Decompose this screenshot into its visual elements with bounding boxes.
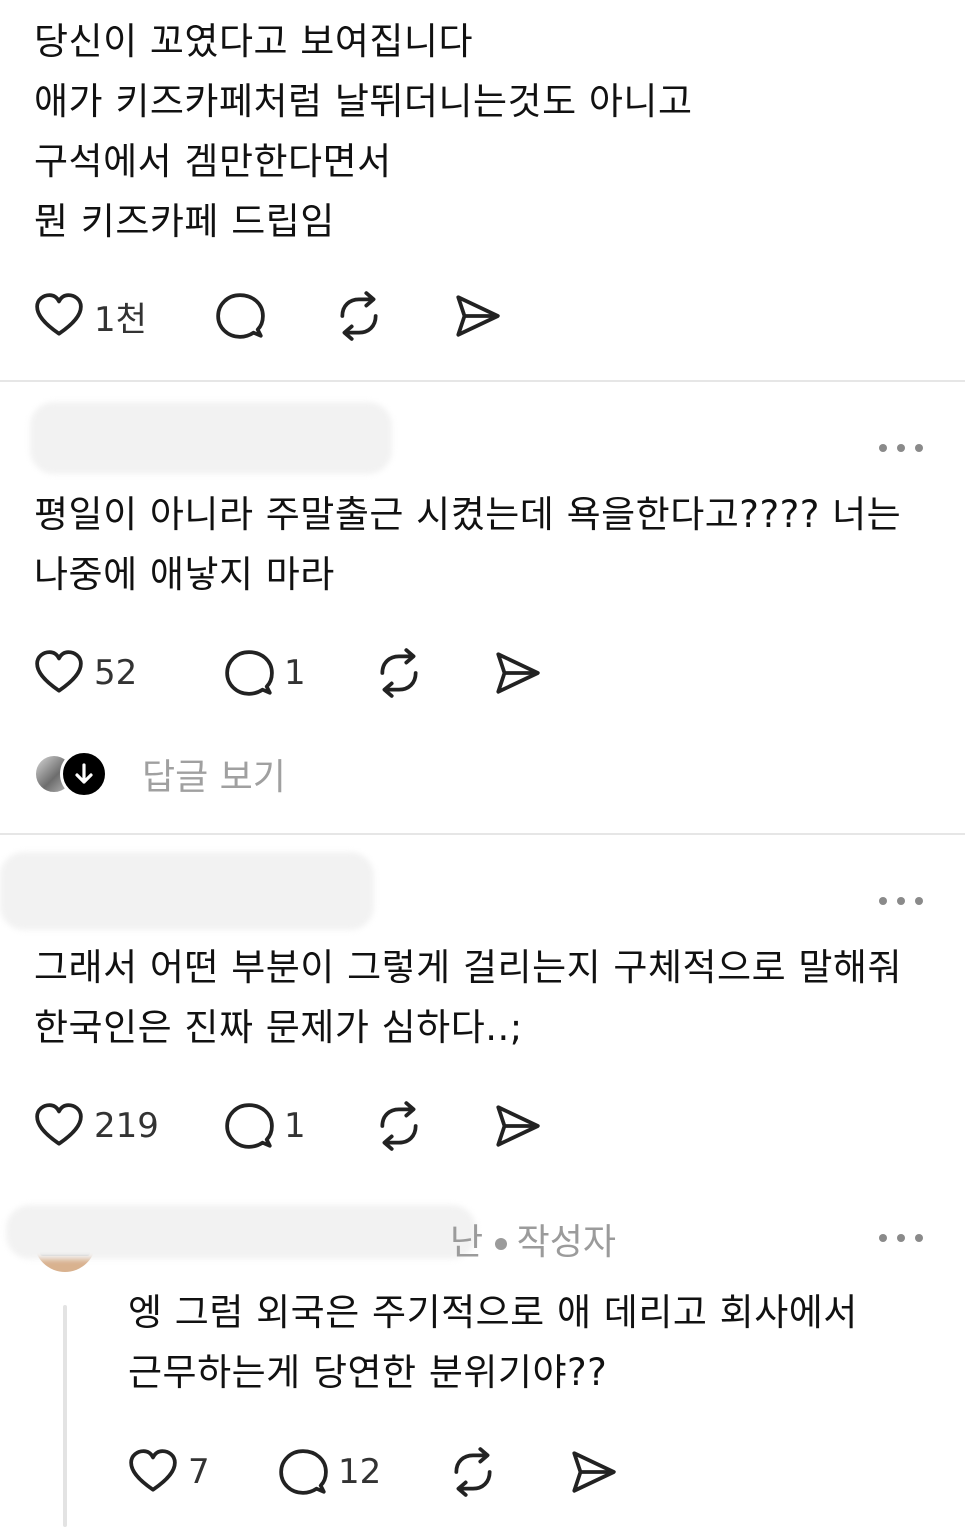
more-dots-icon[interactable] bbox=[879, 438, 923, 458]
like-button[interactable]: 219 bbox=[34, 1100, 159, 1152]
comment-button[interactable]: 1 bbox=[224, 647, 306, 699]
reply-count: 1 bbox=[284, 653, 306, 693]
comment-actions: 52 1 bbox=[34, 647, 594, 699]
comment-line: 나중에 애낳지 마라 bbox=[34, 553, 335, 596]
more-dots-icon[interactable] bbox=[879, 891, 923, 911]
view-replies-button[interactable]: 답글 보기 bbox=[34, 750, 286, 798]
comment-text: 평일이 아니라 주말출근 시켰는데 욕을한다고???? 너는 나중에 애낳지 마… bbox=[34, 485, 901, 605]
comment-bubble-icon bbox=[215, 291, 265, 341]
redacted-username bbox=[6, 1205, 476, 1259]
share-button[interactable] bbox=[492, 1100, 542, 1152]
comment-button[interactable]: 1 bbox=[224, 1100, 306, 1152]
post-line: 애가 키즈카페처럼 날뛰더니는것도 아니고 bbox=[34, 80, 693, 123]
repost-icon bbox=[374, 1101, 424, 1151]
divider bbox=[0, 380, 965, 382]
author-label: 작성자 bbox=[516, 1222, 616, 1263]
comment-line: 평일이 아니라 주말출근 시켰는데 욕을한다고???? 너는 bbox=[34, 493, 902, 536]
comment-bubble-icon bbox=[224, 648, 274, 698]
comment-line: 그래서 어떤 부분이 그렇게 걸리는지 구체적으로 말해줘 bbox=[34, 946, 902, 989]
heart-icon bbox=[34, 648, 84, 698]
share-button[interactable] bbox=[452, 290, 502, 342]
separator-dot bbox=[494, 1238, 507, 1250]
reply-line: 근무하는게 당연한 분위기야?? bbox=[128, 1351, 608, 1394]
redacted-username bbox=[30, 402, 392, 474]
author-partial: 난 bbox=[450, 1222, 484, 1263]
reply-line: 엥 그럼 외국은 주기적으로 애 데리고 회사에서 bbox=[128, 1291, 858, 1334]
comment-button[interactable] bbox=[215, 290, 265, 342]
reply-text: 엥 그럼 외국은 주기적으로 애 데리고 회사에서 근무하는게 당연한 분위기야… bbox=[128, 1283, 858, 1403]
share-button[interactable] bbox=[568, 1446, 618, 1498]
post-text: 당신이 꼬였다고 보여집니다 애가 키즈카페처럼 날뛰더니는것도 아니고 구석에… bbox=[34, 12, 693, 252]
heart-icon bbox=[34, 1101, 84, 1151]
like-button[interactable]: 52 bbox=[34, 647, 137, 699]
like-button[interactable]: 1천 bbox=[34, 290, 147, 342]
redacted-username bbox=[0, 852, 374, 930]
comment-button[interactable]: 12 bbox=[278, 1446, 381, 1498]
comment-bubble-icon bbox=[278, 1447, 328, 1497]
more-dots-icon[interactable] bbox=[879, 1228, 923, 1248]
comment-line: 한국인은 진짜 문제가 심하다..; bbox=[34, 1006, 523, 1049]
like-count: 1천 bbox=[94, 299, 147, 340]
send-icon bbox=[492, 1101, 542, 1151]
post-line: 당신이 꼬였다고 보여집니다 bbox=[34, 20, 474, 63]
like-button[interactable]: 7 bbox=[128, 1446, 210, 1498]
arrow-down-icon bbox=[60, 750, 108, 798]
like-count: 7 bbox=[188, 1452, 210, 1492]
like-count: 219 bbox=[94, 1106, 159, 1146]
repost-button[interactable] bbox=[374, 1100, 424, 1152]
view-replies-label: 답글 보기 bbox=[142, 757, 286, 798]
send-icon bbox=[568, 1447, 618, 1497]
post-line: 뭔 키즈카페 드립임 bbox=[34, 200, 335, 243]
repost-icon bbox=[334, 291, 384, 341]
author-tag: 난 작성자 bbox=[450, 1213, 616, 1265]
send-icon bbox=[492, 648, 542, 698]
comment-text: 그래서 어떤 부분이 그렇게 걸리는지 구체적으로 말해줘 한국인은 진짜 문제… bbox=[34, 938, 902, 1058]
post-actions: 1천 bbox=[34, 290, 554, 342]
heart-icon bbox=[34, 291, 84, 341]
reply-count: 1 bbox=[284, 1106, 306, 1146]
repost-button[interactable] bbox=[334, 290, 384, 342]
send-icon bbox=[452, 291, 502, 341]
share-button[interactable] bbox=[492, 647, 542, 699]
divider bbox=[0, 833, 965, 835]
like-count: 52 bbox=[94, 653, 138, 693]
repost-button[interactable] bbox=[374, 647, 424, 699]
comment-bubble-icon bbox=[224, 1101, 274, 1151]
repost-icon bbox=[448, 1447, 498, 1497]
reply-actions: 7 12 bbox=[128, 1446, 648, 1498]
thread-line bbox=[63, 1305, 67, 1527]
comment-actions: 219 1 bbox=[34, 1100, 594, 1152]
repost-icon bbox=[374, 648, 424, 698]
repost-button[interactable] bbox=[448, 1446, 498, 1498]
heart-icon bbox=[128, 1447, 178, 1497]
reply-count: 12 bbox=[338, 1452, 382, 1492]
post-line: 구석에서 겜만한다면서 bbox=[34, 140, 392, 183]
